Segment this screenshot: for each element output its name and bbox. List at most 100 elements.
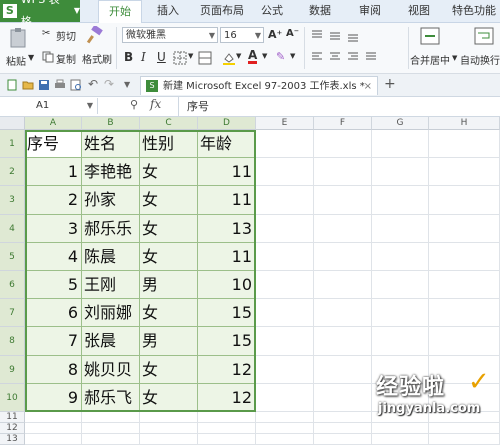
empty-cell[interactable] (140, 423, 198, 434)
empty-cell[interactable] (372, 130, 429, 159)
empty-cell[interactable] (140, 412, 198, 423)
column-header-e[interactable]: E (256, 117, 314, 130)
row-header[interactable]: 5 (0, 242, 25, 271)
undo-icon[interactable]: ↶ (88, 77, 98, 91)
paste-label[interactable]: 粘贴 (6, 53, 26, 68)
column-header-a[interactable]: A (25, 117, 82, 130)
empty-cell[interactable] (314, 130, 372, 159)
table-cell[interactable]: 序号 (25, 130, 82, 159)
empty-cell[interactable] (256, 423, 314, 434)
table-cell[interactable]: 10 (198, 271, 256, 300)
table-cell[interactable]: 男 (140, 271, 198, 300)
column-header-c[interactable]: C (140, 117, 198, 130)
empty-cell[interactable] (314, 186, 372, 215)
empty-cell[interactable] (372, 158, 429, 187)
column-header-f[interactable]: F (314, 117, 372, 130)
empty-cell[interactable] (372, 299, 429, 328)
empty-cell[interactable] (140, 434, 198, 445)
copy-icon[interactable] (42, 51, 54, 63)
insert-function-button[interactable]: fx (150, 97, 161, 111)
name-box[interactable]: A1 ▼ (0, 98, 98, 114)
column-header-h[interactable]: H (429, 117, 500, 130)
menu-view[interactable]: 视图 (403, 0, 435, 22)
empty-cell[interactable] (429, 186, 500, 215)
column-header-d[interactable]: D (198, 117, 256, 130)
table-cell[interactable]: 女 (140, 186, 198, 215)
table-cell[interactable]: 郝乐乐 (82, 214, 140, 243)
empty-cell[interactable] (25, 423, 82, 434)
table-cell[interactable]: 6 (25, 299, 82, 328)
table-cell[interactable]: 1 (25, 158, 82, 187)
scissors-icon[interactable]: ✂ (42, 28, 50, 39)
app-menu-button[interactable]: S WPS 表格 ▼ (0, 0, 80, 28)
empty-cell[interactable] (314, 434, 372, 445)
merge-center-icon[interactable] (420, 27, 440, 45)
table-cell[interactable]: 11 (198, 186, 256, 215)
empty-cell[interactable] (198, 434, 256, 445)
empty-cell[interactable] (256, 130, 314, 159)
table-cell[interactable]: 女 (140, 158, 198, 187)
fill-color-icon[interactable] (222, 51, 236, 65)
table-cell[interactable]: 11 (198, 158, 256, 187)
menu-special[interactable]: 特色功能 (448, 0, 500, 22)
wrap-text-button[interactable]: 自动换行 (460, 52, 500, 67)
table-cell[interactable]: 女 (140, 355, 198, 384)
empty-cell[interactable] (429, 242, 500, 271)
menu-insert[interactable]: 插入 (150, 0, 186, 22)
chevron-down-icon[interactable]: ▼ (124, 80, 130, 89)
chevron-down-icon[interactable]: ▼ (236, 52, 241, 60)
table-cell[interactable]: 8 (25, 355, 82, 384)
document-tab[interactable]: S 新建 Microsoft Excel 97-2003 工作表.xls * × (140, 76, 378, 95)
empty-cell[interactable] (314, 242, 372, 271)
table-cell[interactable]: 4 (25, 242, 82, 271)
table-cell[interactable]: 11 (198, 242, 256, 271)
new-file-icon[interactable] (6, 79, 18, 91)
table-cell[interactable]: 郝乐飞 (82, 383, 140, 412)
empty-cell[interactable] (256, 383, 314, 412)
table-cell[interactable]: 性别 (140, 130, 198, 159)
select-all-corner[interactable] (0, 117, 25, 130)
print-icon[interactable] (54, 79, 66, 91)
row-header[interactable]: 7 (0, 299, 25, 328)
menu-review[interactable]: 审阅 (354, 0, 386, 22)
empty-cell[interactable] (372, 242, 429, 271)
table-cell[interactable]: 9 (25, 383, 82, 412)
empty-cell[interactable] (82, 412, 140, 423)
row-header[interactable]: 11 (0, 412, 25, 423)
empty-cell[interactable] (429, 130, 500, 159)
table-cell[interactable]: 李艳艳 (82, 158, 140, 187)
eraser-icon[interactable]: ✎ (276, 50, 285, 63)
row-header[interactable]: 4 (0, 214, 25, 243)
italic-button[interactable]: I (141, 50, 146, 64)
column-header-b[interactable]: B (82, 117, 140, 130)
bold-button[interactable]: B (124, 50, 133, 64)
row-header[interactable]: 1 (0, 130, 25, 159)
empty-cell[interactable] (256, 271, 314, 300)
column-header-g[interactable]: G (372, 117, 429, 130)
empty-cell[interactable] (429, 214, 500, 243)
empty-cell[interactable] (372, 214, 429, 243)
empty-cell[interactable] (256, 327, 314, 356)
font-name-select[interactable]: 微软雅黑 ▼ (122, 27, 218, 43)
empty-cell[interactable] (25, 412, 82, 423)
row-header[interactable]: 9 (0, 355, 25, 384)
table-cell[interactable]: 张晨 (82, 327, 140, 356)
empty-cell[interactable] (256, 186, 314, 215)
empty-cell[interactable] (314, 423, 372, 434)
table-cell[interactable]: 15 (198, 327, 256, 356)
empty-cell[interactable] (256, 412, 314, 423)
empty-cell[interactable] (256, 355, 314, 384)
empty-cell[interactable] (429, 299, 500, 328)
chevron-down-icon[interactable]: ▼ (28, 53, 34, 62)
empty-cell[interactable] (372, 186, 429, 215)
row-header[interactable]: 2 (0, 158, 25, 187)
border-icon[interactable] (173, 51, 187, 65)
merge-cells-icon[interactable] (198, 51, 212, 65)
empty-cell[interactable] (372, 423, 429, 434)
table-cell[interactable]: 女 (140, 383, 198, 412)
menu-home[interactable]: 开始 (98, 0, 142, 24)
underline-button[interactable]: U (157, 50, 166, 64)
format-painter-icon[interactable] (86, 26, 104, 44)
empty-cell[interactable] (82, 423, 140, 434)
empty-cell[interactable] (429, 271, 500, 300)
